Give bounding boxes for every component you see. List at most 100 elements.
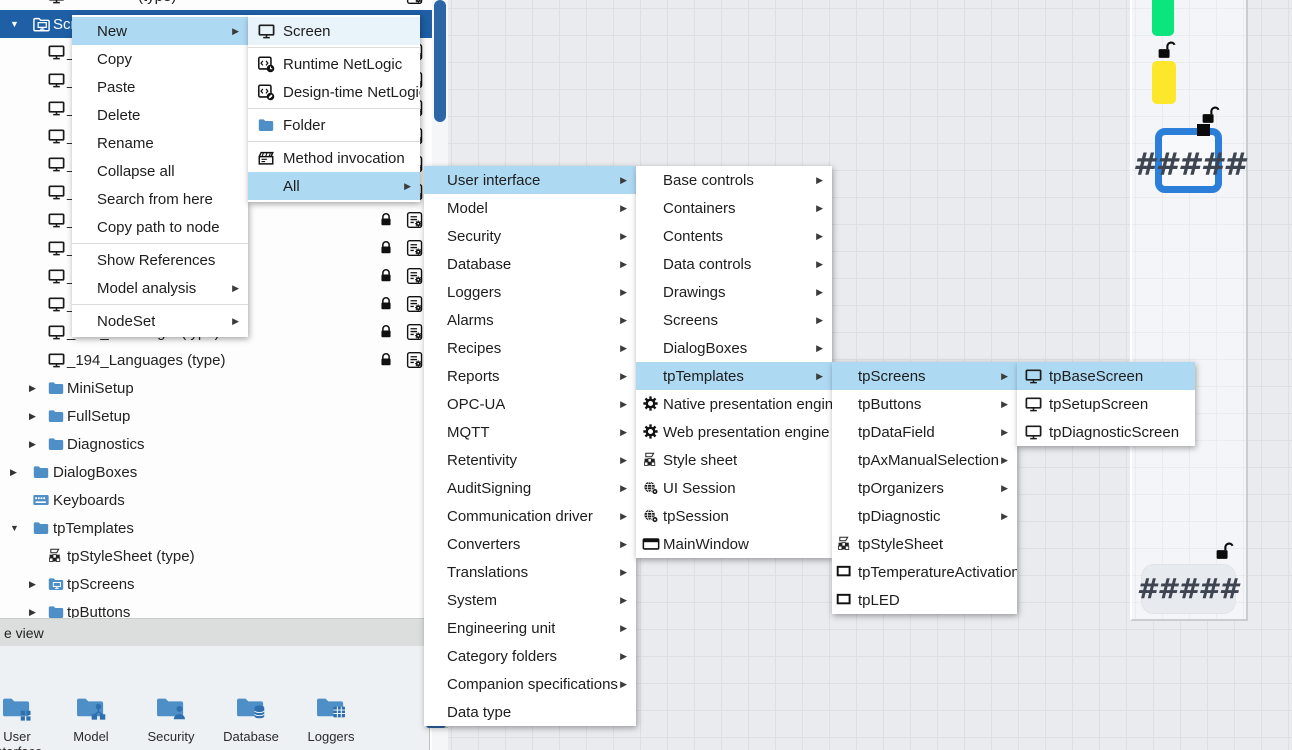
menu-item[interactable]: Alarms ▶ — [424, 306, 636, 334]
expander-icon[interactable]: ▼ — [10, 19, 19, 29]
menu-item[interactable]: Reports ▶ — [424, 362, 636, 390]
menu-item[interactable]: tpButtons ▶ — [832, 390, 1017, 418]
dock-item[interactable]: Database — [211, 694, 291, 744]
menu-item[interactable]: All ▶ — [248, 172, 420, 200]
menu-item[interactable]: Paste — [72, 73, 248, 101]
menu-item[interactable]: NodeSet ▶ — [72, 307, 248, 335]
expander-icon[interactable]: ▶ — [29, 607, 36, 618]
numeric-placeholder-bottom: ##### — [1133, 572, 1243, 605]
menu-item[interactable]: tpDiagnosticScreen — [1017, 418, 1195, 446]
menu-item[interactable]: Category folders ▶ — [424, 642, 636, 670]
menu-item[interactable]: Security ▶ — [424, 222, 636, 250]
menu-item[interactable]: Engineering unit ▶ — [424, 614, 636, 642]
tree-row-label: MiniSetup — [0, 380, 134, 397]
menu-item[interactable]: Database ▶ — [424, 250, 636, 278]
tree-row[interactable]: ▶ FullSetup — [0, 402, 448, 430]
tree-row[interactable]: ▶ Diagnostics — [0, 430, 448, 458]
menu-item[interactable]: OPC-UA ▶ — [424, 390, 636, 418]
tree-row[interactable]: ▶ tpScreens — [0, 570, 448, 598]
menu-item[interactable]: UI Session — [636, 474, 832, 502]
submenu-arrow-icon: ▶ — [816, 259, 823, 270]
menu-item[interactable]: New ▶ — [72, 17, 248, 45]
menu-item[interactable]: Native presentation engine — [636, 390, 832, 418]
tree-row[interactable]: Keyboards — [0, 486, 448, 514]
menu-item[interactable]: DialogBoxes ▶ — [636, 334, 832, 362]
tree-row[interactable]: (type) — [0, 0, 448, 10]
menu-item[interactable]: MQTT ▶ — [424, 418, 636, 446]
menu-item[interactable]: Retentivity ▶ — [424, 446, 636, 474]
menu-item[interactable]: tpLED — [832, 586, 1017, 614]
expander-icon[interactable]: ▶ — [29, 411, 36, 422]
menu-item[interactable]: Search from here — [72, 185, 248, 213]
menu-item[interactable]: tpOrganizers ▶ — [832, 474, 1017, 502]
menu-item[interactable]: Containers ▶ — [636, 194, 832, 222]
submenu-arrow-icon: ▶ — [620, 343, 627, 354]
menu-item[interactable]: Screen — [248, 17, 420, 45]
menu-item[interactable]: Delete — [72, 101, 248, 129]
menu-item[interactable]: tpAxManualSelection ▶ — [832, 446, 1017, 474]
expander-icon[interactable]: ▶ — [10, 467, 17, 478]
menu-item[interactable]: Rename — [72, 129, 248, 157]
tree-row[interactable]: tpStyleSheet (type) — [0, 542, 448, 570]
tree-scrollbar-thumb[interactable] — [434, 0, 446, 122]
menu-item[interactable]: Model analysis ▶ — [72, 274, 248, 302]
menu-item[interactable]: tpScreens ▶ — [832, 362, 1017, 390]
menu-item[interactable]: Folder — [248, 111, 420, 139]
screen-page[interactable] — [1130, 0, 1248, 621]
tree-row[interactable]: ▼ tpTemplates — [0, 514, 448, 542]
menu-item[interactable]: Companion specifications ▶ — [424, 670, 636, 698]
menu-item[interactable]: Data type — [424, 698, 636, 726]
tree-row[interactable]: ▶ MiniSetup — [0, 374, 448, 402]
green-rectangle-element[interactable] — [1152, 0, 1174, 36]
menu-item[interactable]: System ▶ — [424, 586, 636, 614]
menu-item[interactable]: Screens ▶ — [636, 306, 832, 334]
menu-item[interactable]: Method invocation — [248, 144, 420, 172]
menu-item[interactable]: Translations ▶ — [424, 558, 636, 586]
menu-item[interactable]: Loggers ▶ — [424, 278, 636, 306]
menu-item[interactable]: tpStyleSheet — [832, 530, 1017, 558]
menu-item[interactable]: Web presentation engine — [636, 418, 832, 446]
menu-item[interactable]: Design-time NetLogic — [248, 78, 420, 106]
menu-item[interactable]: tpTemperatureActivation — [832, 558, 1017, 586]
dock-item[interactable]: Loggers — [291, 694, 371, 744]
yellow-rectangle-element[interactable] — [1152, 61, 1176, 104]
menu-item[interactable]: Recipes ▶ — [424, 334, 636, 362]
menu-item[interactable]: MainWindow — [636, 530, 832, 558]
menu-item[interactable]: Data controls ▶ — [636, 250, 832, 278]
dock-item[interactable]: User Interface — [0, 694, 57, 750]
menu-item[interactable]: Style sheet — [636, 446, 832, 474]
menu-item[interactable]: User interface ▶ — [424, 166, 636, 194]
expander-icon[interactable]: ▶ — [29, 439, 36, 450]
menu-item[interactable]: Show References — [72, 246, 248, 274]
menu-item[interactable]: Converters ▶ — [424, 530, 636, 558]
submenu-arrow-icon: ▶ — [816, 371, 823, 382]
menu-item[interactable]: tpTemplates ▶ — [636, 362, 832, 390]
menu-item[interactable]: AuditSigning ▶ — [424, 474, 636, 502]
lock-icon — [379, 295, 393, 316]
expander-icon[interactable]: ▼ — [10, 523, 19, 533]
doc-gear-icon — [406, 239, 424, 261]
dock-item[interactable]: Security — [131, 694, 211, 744]
menu-item[interactable]: Drawings ▶ — [636, 278, 832, 306]
menu-item[interactable]: tpDiagnostic ▶ — [832, 502, 1017, 530]
expander-icon[interactable]: ▶ — [29, 383, 36, 394]
menu-item[interactable]: Communication driver ▶ — [424, 502, 636, 530]
menu-item[interactable]: Collapse all — [72, 157, 248, 185]
menu-item[interactable]: Copy — [72, 45, 248, 73]
dock-item[interactable]: Model — [51, 694, 131, 744]
tree-row[interactable]: _194_Languages (type) — [0, 346, 448, 374]
menu-item[interactable]: Runtime NetLogic — [248, 50, 420, 78]
menu-item[interactable]: tpSetupScreen — [1017, 390, 1195, 418]
menu-item[interactable]: tpDataField ▶ — [832, 418, 1017, 446]
menu-item[interactable]: Contents ▶ — [636, 222, 832, 250]
menu-item[interactable]: Copy path to node — [72, 213, 248, 241]
tree-row-label: DialogBoxes — [0, 464, 137, 481]
menu-item[interactable]: tpSession — [636, 502, 832, 530]
menu-item[interactable]: Base controls ▶ — [636, 166, 832, 194]
type-view-bar[interactable]: e view — [0, 618, 430, 646]
menu-item[interactable]: tpBaseScreen — [1017, 362, 1195, 390]
menu-item[interactable]: Model ▶ — [424, 194, 636, 222]
tree-row[interactable]: ▶ DialogBoxes — [0, 458, 448, 486]
selection-handle[interactable] — [1197, 124, 1210, 136]
expander-icon[interactable]: ▶ — [29, 579, 36, 590]
